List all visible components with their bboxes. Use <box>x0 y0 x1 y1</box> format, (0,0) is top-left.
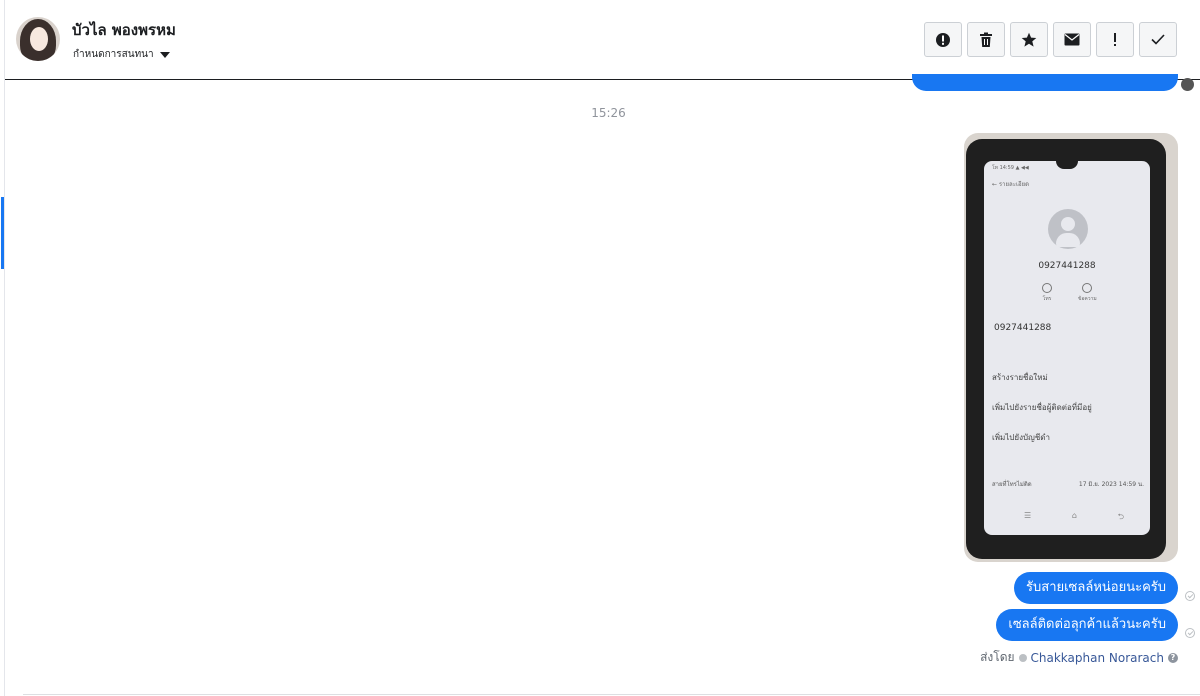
assign-label: กำหนดการสนทนา <box>73 49 154 60</box>
mark-unread-button[interactable] <box>1053 22 1091 57</box>
sent-check-icon <box>1185 628 1195 638</box>
alert-circle-icon <box>936 32 950 47</box>
contact-placeholder-icon <box>1048 209 1088 249</box>
screen-footer: สายที่โทรไม่ติด 17 มิ.ย. 2023 14:59 น. <box>992 479 1144 489</box>
screen-back-label: ← รายละเอียด <box>992 181 1030 188</box>
trash-icon <box>980 32 992 47</box>
back-icon: ⮌ <box>1117 512 1124 521</box>
spam-button[interactable] <box>924 22 962 57</box>
screen-row: เพิ่มไปยังบัญชีดำ <box>992 433 1050 442</box>
screen-action-message: ข้อความ <box>1078 296 1097 302</box>
message-bubble[interactable]: รับสายเซลล์หน่อยนะครับ <box>1014 572 1178 604</box>
home-icon: ⌂ <box>1071 511 1077 520</box>
screen-actions: โทร ข้อความ <box>1042 283 1097 303</box>
screen-action-call: โทร <box>1042 296 1052 302</box>
composer-divider <box>23 694 1200 695</box>
help-icon[interactable]: ? <box>1168 652 1178 663</box>
screen-footer-right: 17 มิ.ย. 2023 14:59 น. <box>1078 481 1144 488</box>
menu-icon: ☰ <box>1024 511 1032 520</box>
screen-footer-left: สายที่โทรไม่ติด <box>992 481 1032 488</box>
star-icon <box>1021 32 1037 47</box>
screen-row: สร้างรายชื่อใหม่ <box>992 373 1048 382</box>
screen-row: เพิ่มไปยังรายชื่อผู้ติดต่อที่มีอยู่ <box>992 403 1092 412</box>
message-timestamp: 15:26 <box>591 106 626 120</box>
image-attachment[interactable]: โท 14:59 ▲ ◀◀ ← รายละเอียด 0927441288 โท… <box>964 133 1178 562</box>
previous-message-bubble[interactable] <box>912 74 1178 91</box>
contact-name[interactable]: บัวไล พองพรหม <box>72 18 176 42</box>
phone-icon <box>1042 283 1052 293</box>
exclamation-icon <box>1114 32 1116 46</box>
checkmark-icon <box>1151 34 1165 45</box>
read-receipt-avatar <box>1181 78 1194 91</box>
conversation-toolbar <box>924 22 1177 57</box>
sent-by-line: ส่งโดย Chakkaphan Norarach ? <box>980 648 1178 667</box>
assign-conversation-dropdown[interactable]: กำหนดการสนทนา <box>73 47 170 62</box>
sent-check-icon <box>1185 591 1195 601</box>
delete-button[interactable] <box>967 22 1005 57</box>
conversation-header: บัวไล พองพรหม กำหนดการสนทนา <box>5 0 1200 80</box>
follow-up-button[interactable] <box>1096 22 1134 57</box>
screen-phone-number-2: 0927441288 <box>994 323 1052 333</box>
sent-by-agent-link[interactable]: Chakkaphan Norarach <box>1031 651 1164 665</box>
mark-done-button[interactable] <box>1139 22 1177 57</box>
agent-status-icon <box>1018 653 1027 662</box>
chat-bubble-icon <box>1082 283 1093 293</box>
scroll-indicator[interactable] <box>1 197 4 269</box>
screen-phone-number: 0927441288 <box>1038 261 1096 271</box>
caret-down-icon <box>159 51 170 58</box>
sent-by-label: ส่งโดย <box>980 650 1015 664</box>
contact-avatar[interactable] <box>16 17 60 61</box>
screen-nav-bar: ☰ ⌂ ⮌ <box>1024 511 1124 525</box>
message-bubble[interactable]: เซลล์ติดต่อลุกค้าแล้วนะครับ <box>996 609 1178 641</box>
screen-status-bar: โท 14:59 ▲ ◀◀ <box>992 165 1029 171</box>
phone-photo: โท 14:59 ▲ ◀◀ ← รายละเอียด 0927441288 โท… <box>966 139 1166 559</box>
envelope-icon <box>1064 33 1080 46</box>
message-thread[interactable]: 15:26 โท 14:59 ▲ ◀◀ ← รายละเอียด 0927441… <box>5 74 1200 696</box>
star-button[interactable] <box>1010 22 1048 57</box>
phone-screen: โท 14:59 ▲ ◀◀ ← รายละเอียด 0927441288 โท… <box>984 161 1150 535</box>
